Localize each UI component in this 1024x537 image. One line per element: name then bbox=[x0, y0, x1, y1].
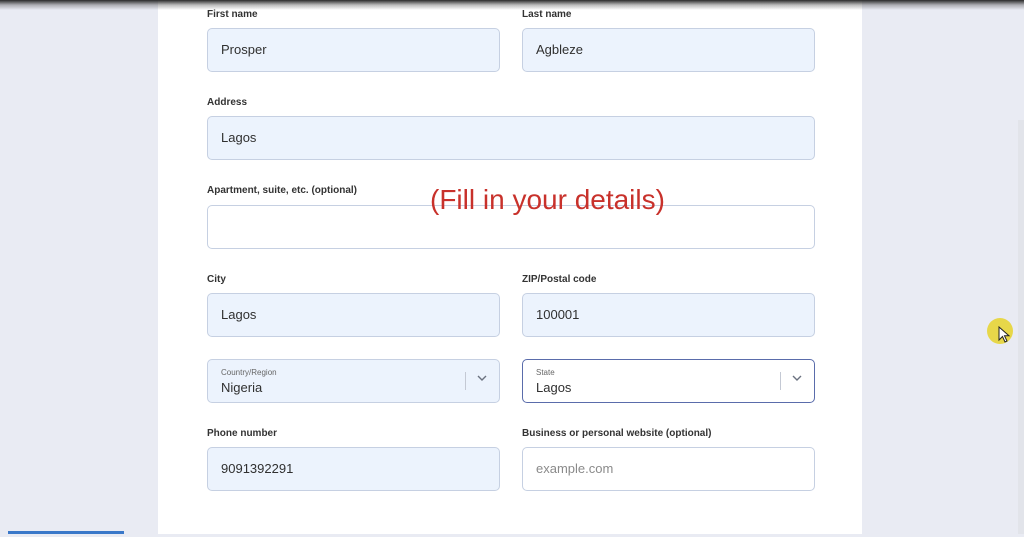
select-divider bbox=[465, 372, 466, 390]
city-value: Lagos bbox=[221, 307, 257, 322]
last-name-label: Last name bbox=[522, 9, 572, 20]
zip-field[interactable]: 100001 bbox=[522, 293, 815, 337]
last-name-value: Agbleze bbox=[536, 42, 583, 57]
instruction-overlay: (Fill in your details) bbox=[430, 184, 665, 215]
website-label: Business or personal website (optional) bbox=[522, 428, 712, 439]
country-select[interactable]: Country/Region Nigeria bbox=[207, 359, 500, 403]
top-shadow bbox=[0, 0, 1024, 10]
phone-label: Phone number bbox=[207, 428, 278, 439]
chevron-down-icon bbox=[792, 375, 802, 381]
phone-value: 9091392291 bbox=[221, 461, 294, 476]
zip-value: 100001 bbox=[536, 307, 580, 322]
country-label: Country/Region bbox=[221, 368, 277, 377]
address-label: Address bbox=[207, 97, 248, 108]
select-divider bbox=[780, 372, 781, 390]
state-select[interactable]: State Lagos bbox=[522, 359, 815, 403]
phone-field[interactable]: 9091392291 bbox=[207, 447, 500, 491]
state-value: Lagos bbox=[536, 380, 572, 395]
scrollbar-track[interactable] bbox=[1018, 120, 1024, 534]
website-field[interactable]: example.com bbox=[522, 447, 815, 491]
chevron-down-icon bbox=[477, 375, 487, 381]
country-value: Nigeria bbox=[221, 380, 263, 395]
state-label: State bbox=[536, 368, 555, 377]
first-name-field[interactable]: Prosper bbox=[207, 28, 500, 72]
address-value: Lagos bbox=[221, 130, 257, 145]
apartment-label: Apartment, suite, etc. (optional) bbox=[207, 185, 358, 196]
first-name-value: Prosper bbox=[221, 42, 267, 57]
address-field[interactable]: Lagos bbox=[207, 116, 815, 160]
mouse-pointer-icon bbox=[998, 326, 1011, 343]
zip-label: ZIP/Postal code bbox=[522, 274, 597, 285]
first-name-label: First name bbox=[207, 9, 258, 20]
city-label: City bbox=[207, 274, 226, 285]
city-field[interactable]: Lagos bbox=[207, 293, 500, 337]
last-name-field[interactable]: Agbleze bbox=[522, 28, 815, 72]
website-placeholder: example.com bbox=[536, 461, 614, 476]
